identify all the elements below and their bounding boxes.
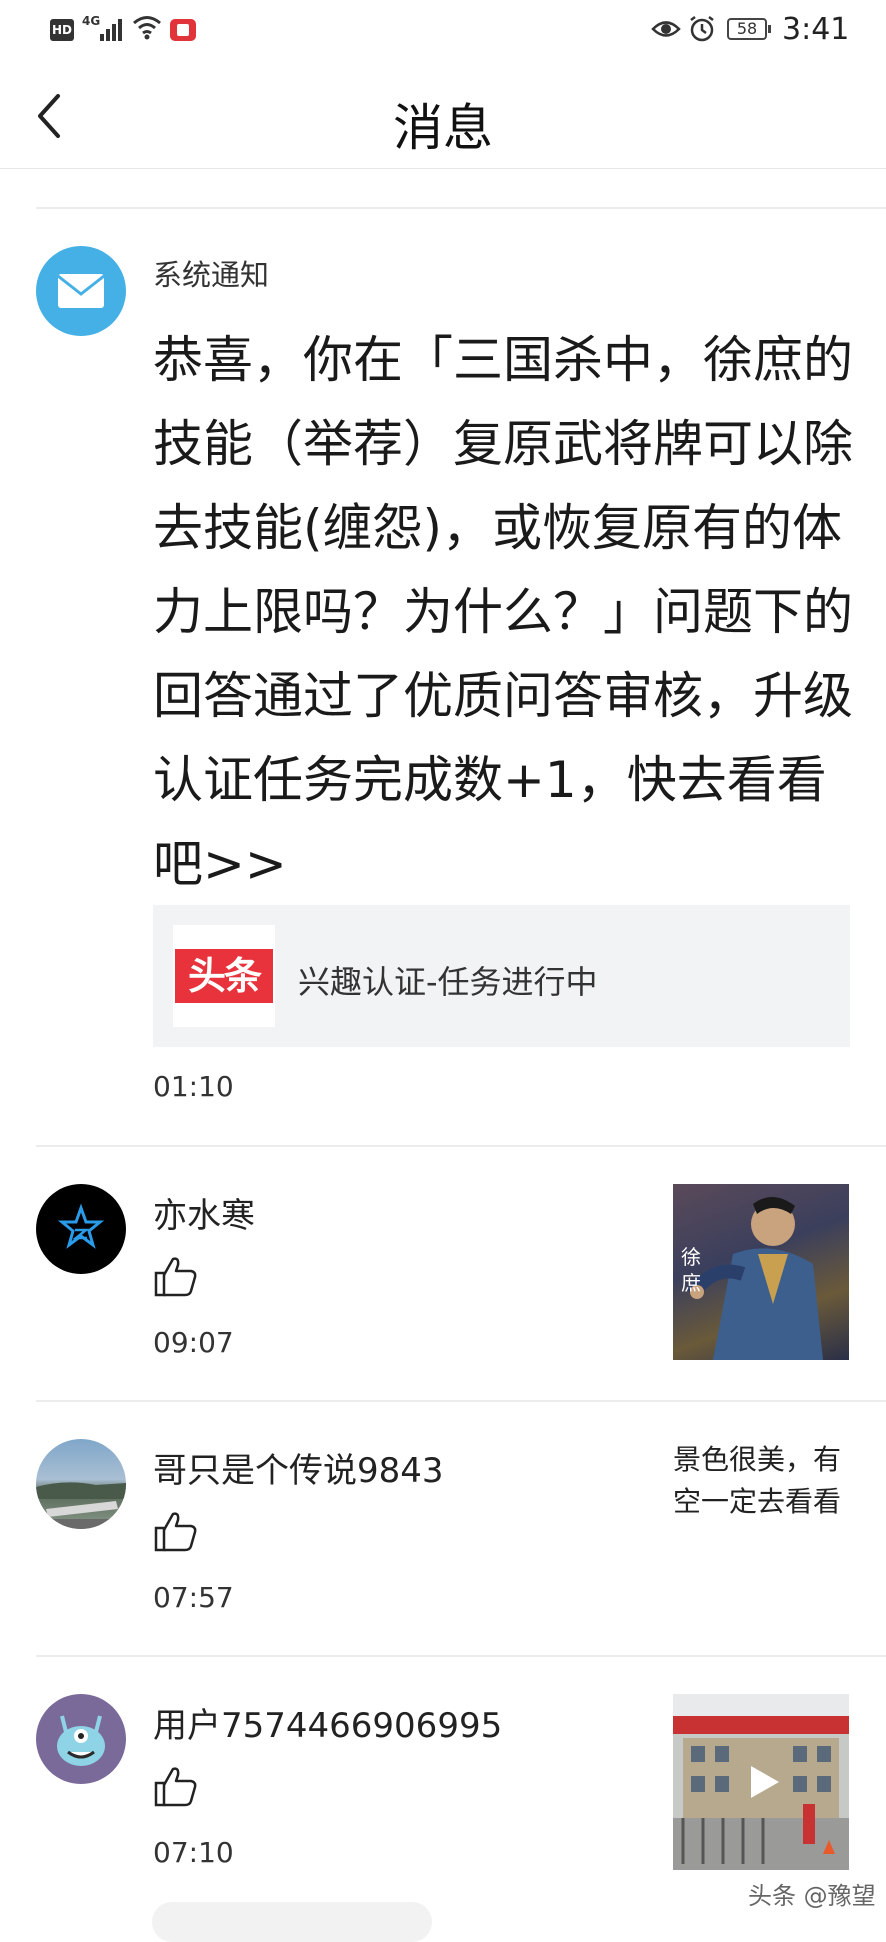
divider [36, 1400, 886, 1402]
eye-icon [651, 21, 681, 37]
notification-user-name[interactable]: 哥只是个传说9843 [153, 1443, 444, 1492]
thumbs-up-icon [154, 1512, 197, 1552]
mail-avatar [36, 246, 126, 336]
avatar [36, 1694, 126, 1784]
system-notice-message[interactable]: 恭喜，你在「三国杀中，徐庶的技能（举荐）复原武将牌可以除去技能(缠怨)，或恢复原… [153, 318, 863, 906]
system-notice-label: 系统通知 [153, 258, 270, 292]
bottom-partial-element [152, 1902, 432, 1942]
avatar [36, 1184, 126, 1274]
thumbs-up-icon [154, 1257, 197, 1297]
page-title: 消息 [393, 99, 493, 157]
notification-time: 07:10 [153, 1836, 234, 1869]
divider [36, 1655, 886, 1657]
toutiao-logo-text: 头条 [175, 949, 273, 1003]
notification-user-name[interactable]: 用户7574466906995 [153, 1698, 502, 1747]
divider [36, 1145, 886, 1147]
play-icon[interactable] [743, 1762, 783, 1802]
app-notification-icon [170, 19, 196, 41]
mail-icon [57, 274, 105, 308]
signal-icon [100, 17, 126, 41]
network-type-label: 4G [82, 14, 101, 28]
status-bar: HD 4G 58 3:41 [0, 0, 886, 62]
system-notice-avatar[interactable] [36, 246, 126, 336]
battery-icon: 58 [727, 18, 771, 40]
wifi-icon [133, 16, 161, 40]
notification-time: 07:57 [153, 1581, 234, 1614]
watermark: 头条 @豫望 [748, 1882, 876, 1910]
divider [36, 207, 886, 209]
video-thumbnail[interactable] [673, 1694, 849, 1870]
alarm-icon [690, 16, 714, 42]
user-avatar-2[interactable] [36, 1439, 126, 1529]
thumbs-up-icon [154, 1767, 197, 1807]
task-card-text: 兴趣认证-任务进行中 [298, 963, 598, 1001]
landscape-photo [36, 1482, 126, 1529]
avatar [36, 1439, 126, 1529]
reply-text[interactable]: 景色很美，有空一定去看看 [673, 1439, 863, 1523]
star-logo-icon [57, 1203, 105, 1249]
thumb-caption: 徐庶 [681, 1245, 701, 1295]
task-card[interactable]: 头条 兴趣认证-任务进行中 [153, 905, 850, 1047]
user-avatar-3[interactable] [36, 1694, 126, 1784]
hd-icon: HD [50, 19, 74, 41]
status-clock: 3:41 [782, 12, 850, 47]
notification-time: 09:07 [153, 1326, 234, 1359]
notification-user-name[interactable]: 亦水寒 [153, 1188, 255, 1237]
toutiao-logo: 头条 [173, 925, 275, 1027]
user-avatar-1[interactable] [36, 1184, 126, 1274]
post-thumbnail[interactable]: 徐庶 [673, 1184, 849, 1360]
monster-avatar [57, 1715, 105, 1766]
system-notice-time: 01:10 [153, 1070, 234, 1103]
nav-bar: 消息 [0, 62, 886, 169]
